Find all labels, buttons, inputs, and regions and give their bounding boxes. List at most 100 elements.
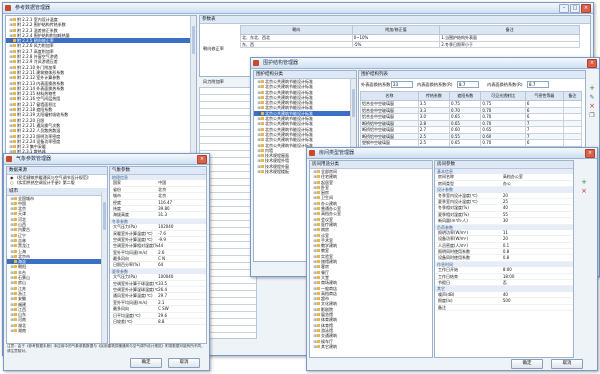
reference-tree[interactable]: ⊞ 附 2.2.1 室内设计温度 ⊞ 附 2.2.2 围护结构传热系数 ⊞ 附 2.2.3… — [5, 15, 197, 166]
city-tree-scrollbar[interactable] — [101, 192, 107, 343]
app-icon — [5, 5, 11, 11]
folder-icon — [14, 329, 17, 333]
folder-icon — [14, 233, 17, 237]
folder-icon — [261, 138, 264, 142]
folder-icon — [317, 222, 320, 226]
tree-item[interactable]: ⊞ 其它建筑 — [310, 344, 432, 349]
climate-source-panel: 数据来源 ◉ 《民用建筑供暖通风与空气调节设计规范》 ○ 《实用供热空调设计手册… — [6, 166, 108, 344]
edit-icon[interactable]: ✎ — [587, 93, 597, 102]
close-icon[interactable]: × — [197, 155, 207, 164]
copy-icon[interactable]: ❐ — [587, 111, 597, 120]
folder-icon — [13, 129, 16, 133]
folder-icon — [261, 132, 264, 136]
room-tree[interactable]: ⊞ 全部房间 ⊞ 住宅建筑 ⊞ 起居室 ⊞ 卧室 ⊞ 厨房 ⊞ 卫生间 ⊞ 办公建筑 ⊞ 普通办公室 ⊞ 高档办公… — [310, 169, 432, 349]
room-side-toolbar: + × — [575, 178, 593, 196]
close-icon[interactable]: × — [585, 149, 595, 158]
folder-icon — [317, 297, 320, 301]
col-header: 备注 — [439, 25, 580, 35]
folder-icon — [317, 265, 320, 269]
folder-icon — [317, 207, 320, 211]
climate-ok-button[interactable]: 确定 — [130, 358, 162, 368]
envelope-right-header: 围护结构列表 — [359, 71, 585, 79]
reference-tree-scrollbar[interactable] — [190, 16, 196, 165]
room-cancel-button[interactable]: 取消 — [551, 359, 583, 369]
room-window-titlebar[interactable]: 房间类型管理器 × — [307, 148, 597, 159]
app-icon — [309, 150, 315, 156]
folder-icon — [13, 60, 16, 64]
inner-coef-input[interactable] — [457, 81, 479, 88]
climate-manager-window: 气象参数管理器 × 数据来源 ◉ 《民用建筑供暖通风与空气调节设计规范》 ○ 《… — [3, 153, 210, 371]
folder-icon — [317, 249, 320, 253]
outer-coef-label: 外表面换热系数 — [361, 82, 391, 87]
tree-item[interactable]: ⊞ 湖南 — [7, 328, 107, 333]
climate-window-titlebar[interactable]: 气象参数管理器 × — [4, 154, 209, 165]
inner-coef-r-input[interactable] — [527, 81, 549, 88]
folder-icon — [14, 254, 17, 258]
folder-icon — [317, 180, 320, 184]
folder-icon — [13, 28, 16, 32]
folder-icon — [13, 113, 16, 117]
reference-window-titlebar[interactable]: 参考数据管理器 – □ × — [3, 3, 593, 14]
folder-icon — [261, 127, 264, 131]
col-header: 名称 — [360, 91, 419, 101]
folder-icon — [14, 217, 17, 221]
folder-icon — [261, 111, 264, 115]
radio-icon[interactable]: ○ — [10, 180, 14, 185]
climate-window-title: 气象参数管理器 — [16, 156, 52, 162]
outer-coef-input[interactable] — [391, 81, 413, 88]
folder-icon — [14, 201, 17, 205]
inner-coef-r-label: 内表面换热系数(R) — [487, 82, 523, 87]
envelope-window-titlebar[interactable]: 围护结构管理器 × — [251, 58, 599, 69]
col-header: 附加/修正值 — [351, 25, 441, 35]
add-icon[interactable]: + — [587, 84, 597, 93]
delete-icon[interactable]: × — [587, 102, 597, 111]
folder-icon — [13, 123, 16, 127]
folder-icon — [13, 102, 16, 106]
folder-icon — [14, 307, 17, 311]
room-ok-button[interactable]: 确定 — [511, 359, 543, 369]
room-window-title: 房间类型管理器 — [319, 150, 355, 156]
folder-icon — [13, 70, 16, 74]
folder-icon — [14, 228, 17, 232]
folder-icon — [13, 65, 16, 69]
folder-icon — [14, 265, 17, 269]
climate-cancel-button[interactable]: 取消 — [168, 358, 200, 368]
maximize-icon[interactable]: □ — [570, 4, 580, 13]
envelope-left-header: 围护结构分类 — [254, 71, 356, 79]
folder-icon — [317, 286, 320, 290]
reference-table: 朝向 附加/修正值 备注 北、东北、西北 0~10% 1.当围护结构外表面 东、… — [240, 25, 580, 48]
folder-icon — [14, 238, 17, 242]
folder-icon — [261, 95, 264, 99]
minimize-icon[interactable]: – — [559, 4, 569, 13]
folder-icon — [14, 291, 17, 295]
property-row[interactable]: 日较差(℃) 8.8 — [110, 319, 206, 326]
folder-icon — [14, 249, 17, 253]
folder-icon — [13, 76, 16, 80]
city-tree[interactable]: ⊞ 全国城市 ⊞ 中国 ⊞ 北京 ⊞ 天津 ⊞ 河北 ⊞ 山西 ⊞ 内蒙古 ⊞ 辽宁 ⊞ 吉林 ⊞ 黑龙江 ⊞ 上海 ⊞ 北京… — [7, 196, 107, 334]
folder-icon — [317, 344, 320, 348]
envelope-side-toolbar: + ✎ × ❐ — [587, 84, 597, 120]
property-row[interactable]: 备注 — [435, 305, 573, 311]
folder-icon — [14, 212, 17, 216]
folder-icon — [317, 291, 320, 295]
folder-icon — [317, 212, 320, 216]
table-row[interactable]: 东、西 -5% 2.冬季日照率小于 — [240, 40, 580, 48]
folder-icon — [13, 18, 16, 21]
radio-icon[interactable]: ◉ — [10, 175, 14, 180]
room-tree-header: 房间用途分类 — [310, 161, 432, 169]
folder-icon — [13, 108, 16, 112]
folder-icon — [261, 101, 264, 105]
delete-icon[interactable]: × — [575, 187, 593, 196]
folder-icon — [14, 270, 17, 274]
folder-icon — [317, 201, 320, 205]
add-icon[interactable]: + — [575, 178, 593, 187]
folder-icon — [261, 85, 264, 89]
climate-props-panel: 气象参数 地理信息 国家 中国 省份 北京 城市 北京 经度 116.47 纬度 39.80 海拔高度… — [109, 166, 207, 344]
close-icon[interactable]: × — [581, 4, 591, 13]
close-icon[interactable]: × — [587, 59, 597, 68]
folder-icon — [261, 159, 264, 163]
folder-icon — [261, 170, 264, 174]
folder-icon — [14, 244, 17, 248]
source-radio-2[interactable]: ○ 《实用供热空调设计手册》第二版 — [7, 180, 107, 185]
folder-icon — [13, 145, 16, 149]
